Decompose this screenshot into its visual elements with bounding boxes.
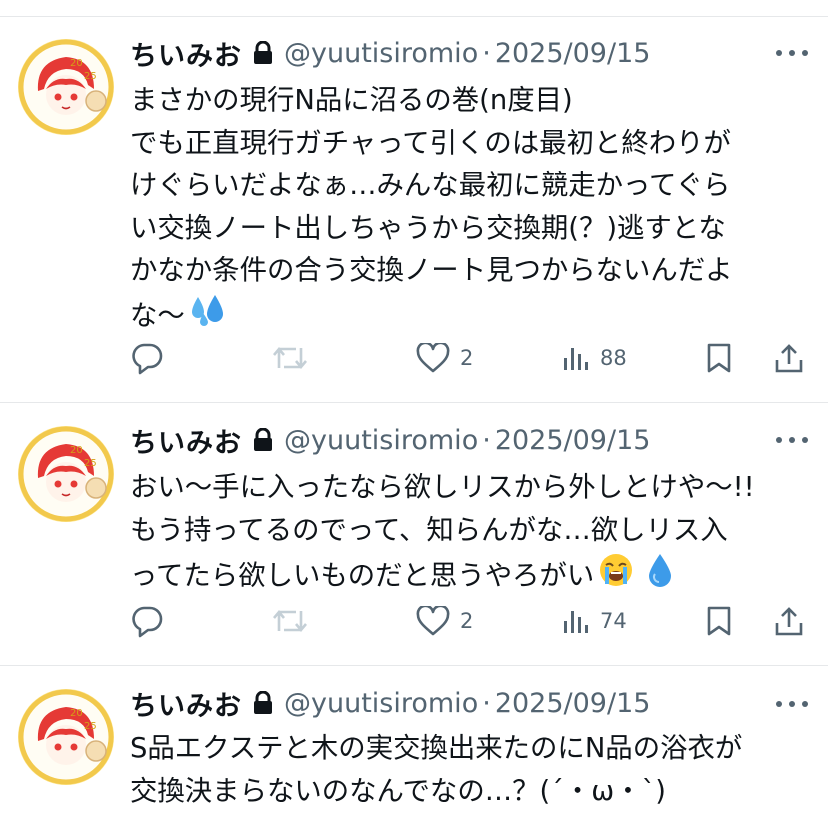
share-button[interactable] (774, 340, 804, 376)
svg-text:20: 20 (70, 708, 83, 719)
svg-text:25: 25 (84, 721, 97, 732)
loudly-crying-face-emoji (598, 552, 634, 602)
avatar[interactable]: 20 25 (18, 689, 114, 785)
heart-icon (416, 606, 450, 636)
tweet-divider (0, 665, 828, 666)
author-name[interactable]: ちいみお (130, 421, 242, 460)
more-icon[interactable] (776, 43, 808, 63)
tweet-text-line: もう持ってるのでって、知らんがな…欲しリス入 (130, 514, 728, 546)
share-icon (775, 607, 803, 636)
tweet-divider (0, 402, 828, 403)
droplet-emoji (646, 552, 674, 602)
like-button[interactable]: 2 (416, 603, 473, 639)
tweet-header: ちいみお @yuutisiromio · 2025/09/15 (130, 34, 650, 72)
lock-icon (252, 691, 274, 715)
heart-icon (416, 343, 450, 373)
tweet-text-line: ってたら欲しいものだと思うやろがい (130, 560, 595, 592)
avatar[interactable]: 20 25 (18, 39, 114, 135)
tweet-header: ちいみお @yuutisiromio · 2025/09/15 (130, 421, 650, 459)
share-button[interactable] (774, 603, 804, 639)
reply-button[interactable] (130, 340, 174, 376)
bookmark-button[interactable] (706, 603, 732, 639)
svg-text:20: 20 (70, 445, 83, 456)
svg-text:25: 25 (84, 71, 97, 82)
header-separator: · (482, 687, 491, 719)
tweet-date[interactable]: 2025/09/15 (495, 688, 651, 719)
bookmark-icon (707, 343, 731, 373)
tweet-text-line: い交換ノート出しちゃうから交換期(？)逃すとな (130, 212, 726, 244)
sweat-droplets-emoji (189, 293, 227, 341)
top-divider (0, 16, 828, 17)
more-icon[interactable] (776, 430, 808, 450)
author-name[interactable]: ちいみお (130, 684, 242, 723)
tweet-text-line: けぐらいだよなぁ…みんな最初に競走かってぐら (130, 170, 731, 202)
tweet-date[interactable]: 2025/09/15 (495, 425, 651, 456)
tweet-text-line: な〜 (130, 300, 185, 332)
tweet-text-line: でも正直現行ガチャって引くのは最初と終わりが (130, 127, 731, 159)
reply-icon (132, 343, 163, 375)
tweet-text: S品エクステと木の実交換出来たのにN品の浴衣が 交換決まらないのなんでなの…？(… (130, 728, 820, 813)
retweet-button[interactable] (272, 340, 318, 376)
header-separator: · (482, 37, 491, 69)
more-icon[interactable] (776, 694, 808, 714)
tweet-actions: 2 74 (130, 603, 810, 639)
tweet-text-line: S品エクステと木の実交換出来たのにN品の浴衣が (130, 733, 743, 764)
header-separator: · (482, 424, 491, 456)
tweet-text-line: かなか条件の合う交換ノート見つからないんだよ (130, 255, 733, 287)
bookmark-icon (707, 606, 731, 636)
tweet-actions: 2 88 (130, 340, 810, 376)
tweet-date[interactable]: 2025/09/15 (495, 38, 651, 69)
svg-text:20: 20 (70, 58, 83, 69)
retweet-icon (273, 609, 307, 633)
lock-icon (252, 428, 274, 452)
reply-icon (132, 606, 163, 638)
tweet-text: まさかの現行N品に沼るの巻(n度目) でも正直現行ガチャって引くのは最初と終わり… (130, 80, 820, 341)
like-button[interactable]: 2 (416, 340, 473, 376)
retweet-icon (273, 346, 307, 370)
views-button[interactable]: 88 (562, 340, 627, 376)
avatar[interactable]: 20 25 (18, 426, 114, 522)
share-icon (775, 344, 803, 373)
svg-text:25: 25 (84, 458, 97, 469)
bookmark-button[interactable] (706, 340, 732, 376)
tweet-text-line: 交換決まらないのなんでなの…？(´・ω・`) (130, 775, 666, 807)
author-handle[interactable]: @yuutisiromio (284, 38, 478, 69)
views-icon (564, 611, 588, 633)
tweet-text: おい〜手に入ったなら欲しリスから外しとけや〜!! もう持ってるのでって、知らんが… (130, 467, 820, 602)
author-name[interactable]: ちいみお (130, 34, 242, 73)
views-button[interactable]: 74 (562, 603, 627, 639)
author-handle[interactable]: @yuutisiromio (284, 425, 478, 456)
tweet-text-line: まさかの現行N品に沼るの巻(n度目) (130, 85, 573, 116)
tweet-text-line: おい〜手に入ったなら欲しリスから外しとけや〜!! (130, 472, 755, 503)
like-count: 2 (460, 609, 474, 633)
lock-icon (252, 41, 274, 65)
author-handle[interactable]: @yuutisiromio (284, 688, 478, 719)
view-count: 88 (600, 346, 627, 370)
retweet-button[interactable] (272, 603, 318, 639)
view-count: 74 (600, 609, 627, 633)
like-count: 2 (460, 346, 474, 370)
reply-button[interactable] (130, 603, 174, 639)
tweet-header: ちいみお @yuutisiromio · 2025/09/15 (130, 684, 650, 722)
views-icon (564, 348, 588, 370)
